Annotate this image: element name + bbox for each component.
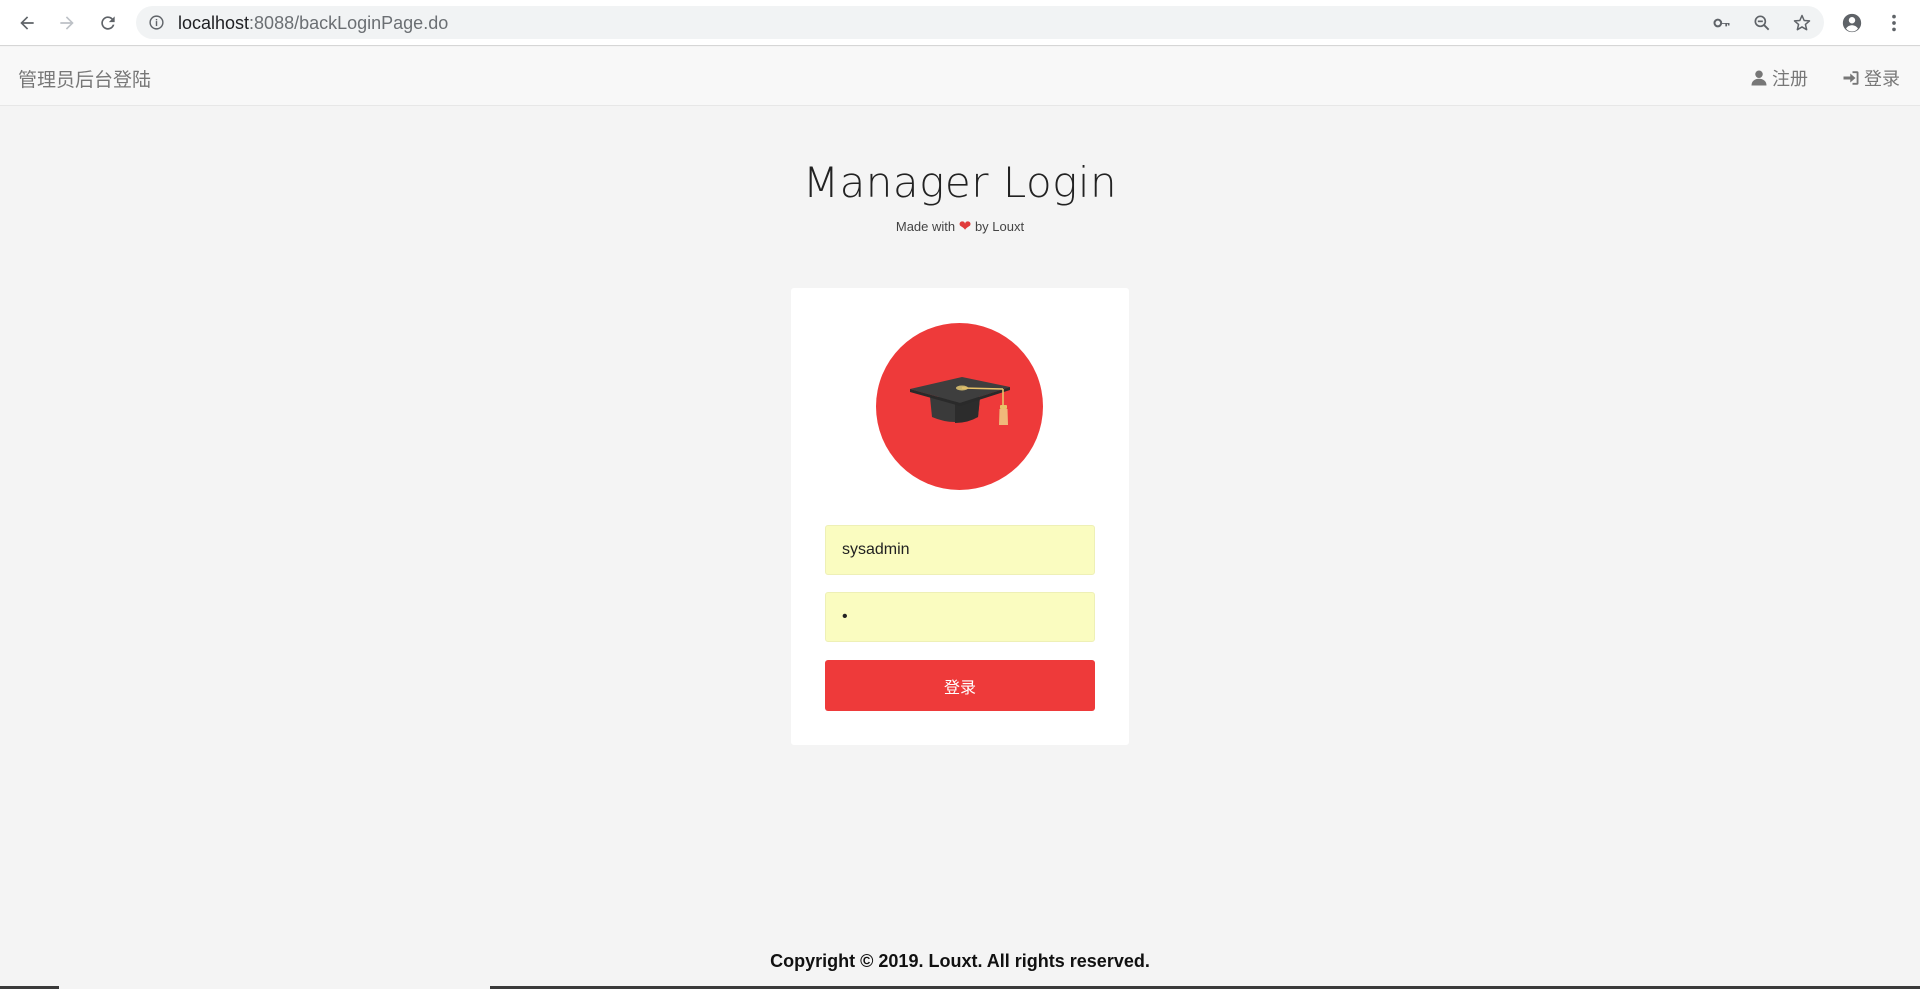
menu-icon[interactable]	[1883, 12, 1905, 34]
username-input[interactable]	[825, 525, 1095, 575]
login-button[interactable]: 登录	[825, 660, 1095, 711]
star-icon[interactable]	[1792, 13, 1812, 33]
info-icon[interactable]	[148, 14, 165, 31]
password-input[interactable]	[825, 592, 1095, 642]
log-in-icon	[1843, 71, 1859, 85]
subtitle-prefix: Made with	[895, 219, 956, 234]
key-icon[interactable]	[1712, 13, 1732, 33]
account-icon[interactable]	[1841, 12, 1863, 34]
heart-icon: ❤	[958, 218, 972, 235]
register-link[interactable]: 注册	[1750, 65, 1808, 91]
subtitle-suffix: by Louxt	[974, 219, 1025, 234]
forward-icon[interactable]	[54, 10, 80, 36]
avatar	[876, 323, 1043, 490]
login-card: 登录	[791, 288, 1129, 745]
navbar-brand[interactable]: 管理员后台登陆	[18, 65, 151, 92]
graduation-cap-icon	[910, 377, 1010, 425]
browser-toolbar: localhost:8088/backLoginPage.do	[0, 0, 1920, 46]
url-text[interactable]: localhost:8088/backLoginPage.do	[178, 13, 448, 34]
login-link[interactable]: 登录	[1842, 65, 1900, 91]
footer-copyright: Copyright © 2019. Louxt. All rights rese…	[770, 951, 1150, 971]
zoom-out-icon[interactable]	[1752, 13, 1772, 33]
page-title: Manager Login	[802, 158, 1118, 207]
reload-icon[interactable]	[95, 10, 121, 36]
page-subtitle: Made with ❤ by Louxt	[0, 217, 1920, 235]
url-path: :8088/backLoginPage.do	[249, 13, 449, 33]
address-bar[interactable]: localhost:8088/backLoginPage.do	[136, 6, 1824, 39]
back-icon[interactable]	[14, 10, 40, 36]
register-label: 注册	[1772, 69, 1808, 90]
app-navbar: 管理员后台登陆 注册 登录	[0, 47, 1920, 106]
login-label: 登录	[1864, 69, 1900, 90]
user-icon	[1751, 70, 1767, 86]
url-host: localhost	[178, 13, 250, 33]
